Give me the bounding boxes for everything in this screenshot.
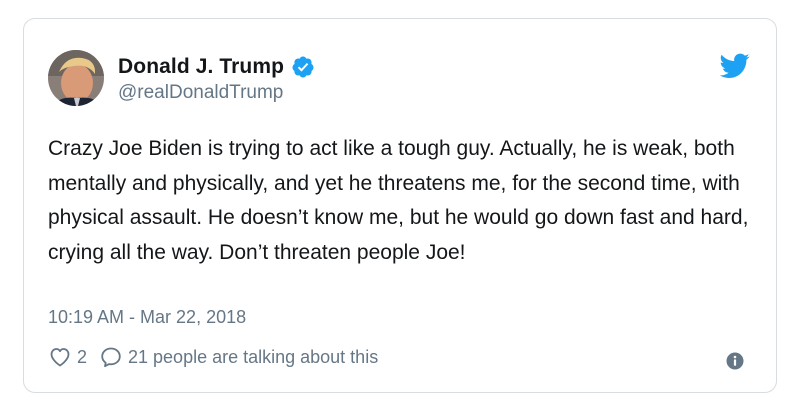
conversation-label: 21 people are talking about this: [128, 346, 379, 367]
avatar[interactable]: [48, 50, 104, 106]
tweet-timestamp[interactable]: 10:19 AM - Mar 22, 2018: [48, 307, 246, 328]
info-icon[interactable]: [726, 352, 744, 370]
like-count: 2: [77, 346, 88, 367]
conversation-button[interactable]: 21 people are talking about this: [99, 345, 378, 369]
display-name[interactable]: Donald J. Trump: [118, 55, 284, 79]
speech-bubble-icon: [101, 347, 121, 368]
tweet-card[interactable]: Donald J. Trump @realDonaldTrump Crazy J…: [23, 18, 777, 393]
tweet-header: Donald J. Trump @realDonaldTrump: [48, 50, 315, 106]
user-handle[interactable]: @realDonaldTrump: [118, 82, 315, 104]
tweet-text: Crazy Joe Biden is trying to act like a …: [48, 137, 749, 264]
tweet-actions: 2 21 people are talking about this: [48, 345, 378, 369]
twitter-bird-icon[interactable]: [719, 53, 750, 79]
like-button[interactable]: 2: [48, 345, 87, 369]
heart-icon: [50, 348, 70, 367]
verified-badge-icon: [291, 55, 315, 79]
